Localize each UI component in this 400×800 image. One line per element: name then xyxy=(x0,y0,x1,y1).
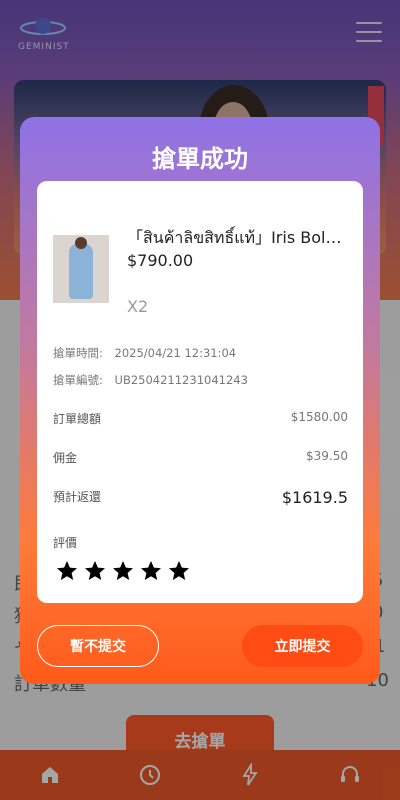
product-image xyxy=(53,235,109,303)
star-icon[interactable] xyxy=(139,559,163,583)
product-quantity: X2 xyxy=(127,297,149,316)
rating-stars xyxy=(55,559,191,583)
rating-label: 評價 xyxy=(53,536,78,550)
expected-return-label: 預計返還 xyxy=(53,490,102,504)
order-number-row: 搶單編號: UB2504211231041243 xyxy=(53,372,248,388)
product-name: 「สินค้าลิขสิทธิ์แท้」Iris Bolton xyxy=(127,228,347,247)
order-detail-card: 「สินค้าลิขสิทธิ์แท้」Iris Bolton $790.00 … xyxy=(37,181,363,603)
commission-label: 佣金 xyxy=(53,451,78,465)
modal-title: 搶單成功 xyxy=(152,145,248,173)
order-time-row: 搶單時間: 2025/04/21 12:31:04 xyxy=(53,345,236,361)
star-icon[interactable] xyxy=(55,559,79,583)
cancel-submit-button[interactable]: 暫不提交 xyxy=(37,625,159,667)
order-number-label: 搶單編號: xyxy=(53,373,103,387)
order-number-value: UB2504211231041243 xyxy=(114,373,248,387)
expected-return-value: $1619.5 xyxy=(281,488,348,507)
submit-now-button[interactable]: 立即提交 xyxy=(242,625,363,667)
product-price: $790.00 xyxy=(127,251,194,270)
star-icon[interactable] xyxy=(83,559,107,583)
order-time-value: 2025/04/21 12:31:04 xyxy=(114,346,237,360)
total-label: 訂單總額 xyxy=(53,412,102,426)
star-icon[interactable] xyxy=(111,559,135,583)
order-time-label: 搶單時間: xyxy=(53,346,103,360)
star-icon[interactable] xyxy=(167,559,191,583)
order-success-modal: 搶單成功 「สินค้าลิขสิทธิ์แท้」Iris Bolton $79… xyxy=(20,117,380,684)
commission-value: $39.50 xyxy=(306,449,348,463)
total-value: $1580.00 xyxy=(290,410,348,424)
